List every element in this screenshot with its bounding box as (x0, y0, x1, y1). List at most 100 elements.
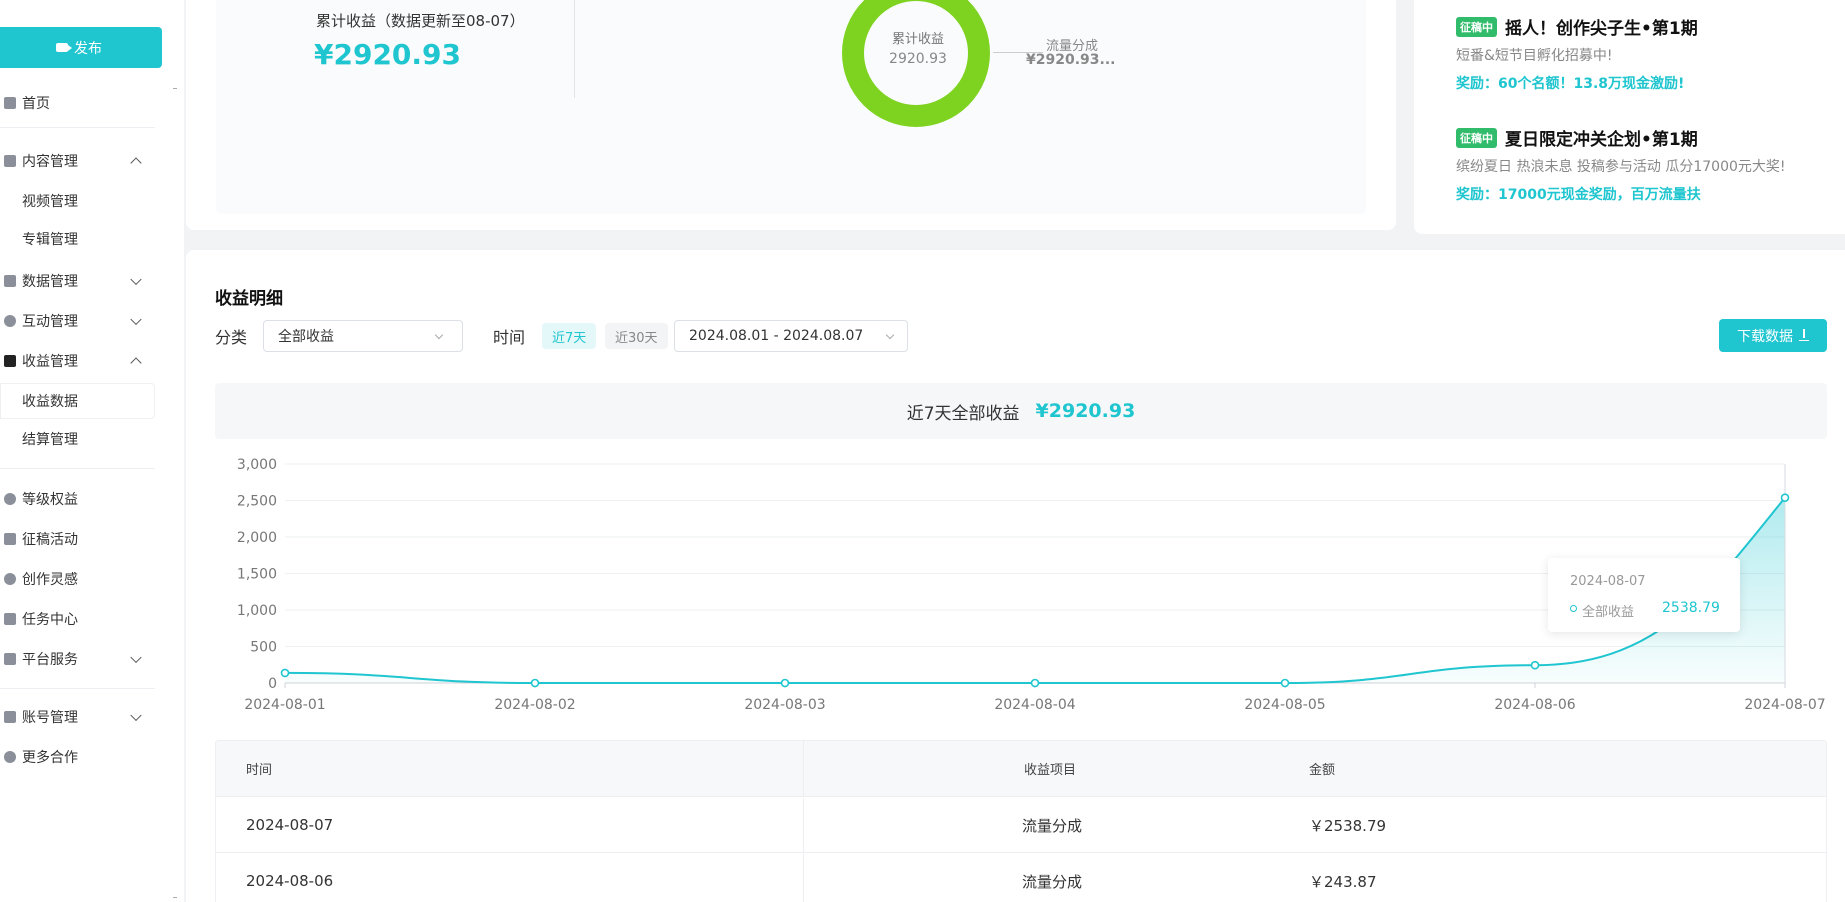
x-tick-label: 2024-08-03 (744, 697, 825, 713)
row-item: 流量分成 (1022, 872, 1083, 891)
column-divider (803, 798, 804, 852)
donut-center-label: 累计收益 (891, 32, 944, 47)
sidebar-item-revenue[interactable]: 收益管理 (0, 342, 160, 380)
x-tick-label: 2024-08-01 (244, 697, 325, 713)
chevron-up-icon (130, 357, 142, 369)
download-data-button[interactable]: 下载数据 (1719, 319, 1827, 352)
sidebar-item-label: 内容管理 (22, 154, 78, 170)
summary-label: 近7天全部收益 (906, 403, 1020, 424)
sidebar-item-interaction[interactable]: 互动管理 (0, 302, 160, 340)
sidebar-item-data[interactable]: 数据管理 (0, 262, 160, 300)
y-tick-label: 2,000 (237, 530, 277, 546)
sidebar-item-home[interactable]: 首页 (0, 84, 160, 122)
time-label: 时间 (493, 328, 526, 347)
sidebar-item-label: 首页 (22, 96, 50, 112)
category-select[interactable]: 全部收益 (263, 320, 463, 352)
sidebar-item-label: 数据管理 (22, 274, 78, 290)
tooltip-series-name: 全部收益 (1582, 605, 1635, 620)
promo-status-badge: 征稿中 (1456, 16, 1497, 37)
sidebar-item-level[interactable]: 等级权益 (0, 480, 160, 518)
sidebar-item-label: 创作灵感 (22, 572, 78, 588)
tooltip-date: 2024-08-07 (1570, 574, 1646, 589)
donut-center-value: 2920.93 (889, 51, 947, 67)
handshake-icon (4, 751, 16, 763)
home-icon (4, 97, 16, 109)
promo-item[interactable]: 征稿中 摇人！创作尖子生•第1期 短番&短节目孵化招募中! 奖励：60个名额！1… (1456, 14, 1698, 93)
download-label: 下载数据 (1737, 328, 1793, 345)
category-select-value: 全部收益 (278, 329, 334, 345)
sidebar-item-label: 收益管理 (22, 354, 78, 370)
download-icon (1799, 328, 1809, 341)
sidebar: 发布 首页 内容管理 视频管理 专辑管理 数据管理 互动管理 收益管理 收益数据… (0, 0, 184, 902)
chevron-down-icon (885, 330, 895, 340)
row-item: 流量分成 (1022, 816, 1083, 835)
y-tick-label: 0 (268, 676, 277, 692)
sidebar-item-revenue-data[interactable]: 收益数据 (0, 383, 155, 419)
row-amount: ￥2538.79 (1309, 816, 1387, 835)
checkbox-icon (4, 613, 16, 625)
scroll-down-mark (173, 894, 177, 898)
overview-inner-panel (216, 0, 1366, 214)
y-tick-label: 2,500 (237, 494, 277, 510)
data-point (1030, 678, 1040, 688)
publish-button[interactable]: 发布 (0, 27, 162, 68)
chevron-down-icon (130, 313, 142, 326)
total-revenue-value: ¥2920.93 (314, 38, 462, 71)
data-point (1280, 678, 1290, 688)
row-time: 2024-08-07 (246, 816, 334, 834)
table-row: 2024-08-06 流量分成 ￥243.87 (216, 854, 1826, 902)
scroll-up-mark (173, 88, 177, 92)
promo-description: 短番&短节目孵化招募中! (1456, 48, 1613, 64)
donut-legend-value: ¥2920.93... (1026, 52, 1116, 68)
x-tick-label: 2024-08-05 (1244, 697, 1325, 713)
data-point (530, 678, 540, 688)
sidebar-item-album[interactable]: 专辑管理 (0, 221, 155, 257)
x-tick-label: 2024-08-07 (1744, 697, 1825, 713)
chip-last-30-days[interactable]: 近30天 (605, 323, 668, 349)
data-point (780, 678, 790, 688)
tooltip-value: 2538.79 (1662, 600, 1720, 616)
x-tick-label: 2024-08-06 (1494, 697, 1575, 713)
promo-title: 夏日限定冲关企划•第1期 (1505, 130, 1698, 150)
sidebar-item-tasks[interactable]: 任务中心 (0, 600, 160, 638)
data-point (1530, 660, 1540, 670)
sidebar-item-video[interactable]: 视频管理 (0, 183, 155, 219)
sidebar-item-label: 互动管理 (22, 314, 78, 330)
megaphone-icon (4, 533, 16, 545)
content-icon (4, 155, 16, 167)
header-time: 时间 (246, 763, 273, 778)
sidebar-item-account[interactable]: 账号管理 (0, 698, 160, 736)
sidebar-item-settlement[interactable]: 结算管理 (0, 421, 155, 457)
chevron-up-icon (130, 157, 142, 169)
sidebar-item-inspiration[interactable]: 创作灵感 (0, 560, 160, 598)
summary-value: ¥2920.93 (1035, 400, 1136, 422)
chevron-down-icon (130, 651, 142, 664)
lightbulb-icon (4, 573, 16, 585)
wallet-icon (4, 355, 16, 367)
sidebar-item-cooperation[interactable]: 更多合作 (0, 738, 160, 776)
date-range-picker[interactable]: 2024.08.01 - 2024.08.07 (674, 320, 908, 352)
document-icon (4, 653, 16, 665)
revenue-table: 时间 收益项目 金额 2024-08-07 流量分成 ￥2538.79 2024… (215, 740, 1827, 902)
promo-title: 摇人！创作尖子生•第1期 (1505, 19, 1698, 39)
y-tick-label: 1,500 (237, 567, 277, 583)
chip-last-7-days[interactable]: 近7天 (542, 323, 597, 349)
sidebar-item-contest[interactable]: 征稿活动 (0, 520, 160, 558)
promo-status-badge: 征稿中 (1456, 127, 1497, 148)
data-point (1780, 493, 1790, 502)
promo-description: 缤纷夏日 热浪未息 投稿参与活动 瓜分17000元大奖! (1456, 159, 1786, 175)
row-time: 2024-08-06 (246, 872, 334, 890)
total-revenue-label: 累计收益（数据更新至08-07） (316, 12, 525, 30)
sidebar-item-label: 收益数据 (22, 394, 78, 410)
sidebar-item-content[interactable]: 内容管理 (0, 142, 160, 180)
row-amount: ￥243.87 (1309, 872, 1377, 891)
sidebar-item-label: 等级权益 (22, 492, 78, 508)
section-title: 收益明细 (215, 289, 283, 309)
promo-item[interactable]: 征稿中 夏日限定冲关企划•第1期 缤纷夏日 热浪未息 投稿参与活动 瓜分1700… (1456, 125, 1786, 204)
table-row: 2024-08-07 流量分成 ￥2538.79 (216, 798, 1826, 853)
data-point (280, 668, 290, 678)
column-divider (803, 854, 804, 902)
header-item: 收益项目 (1024, 763, 1077, 778)
sidebar-item-platform[interactable]: 平台服务 (0, 640, 160, 678)
chart-icon (4, 275, 16, 287)
